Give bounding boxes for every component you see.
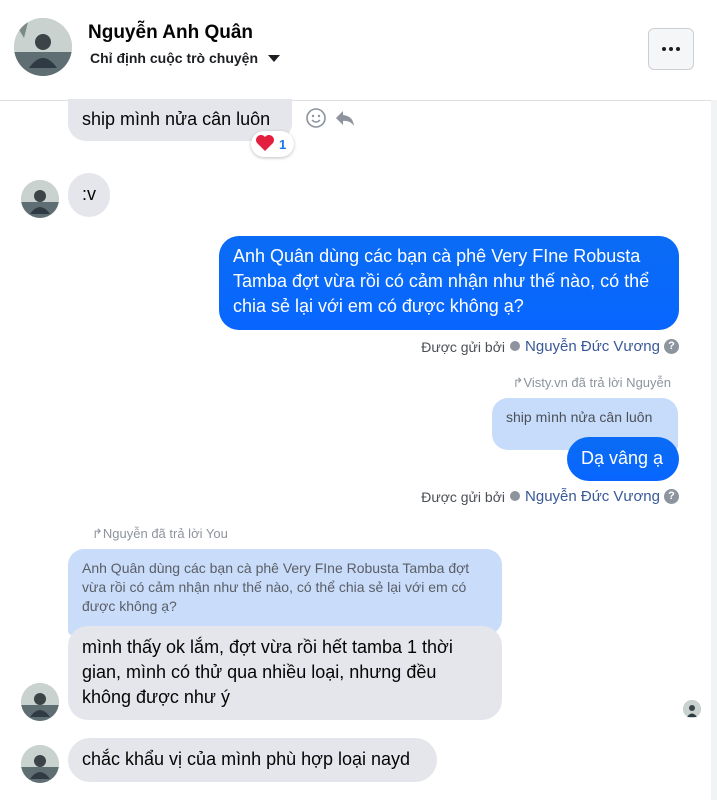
info-icon [509,489,521,505]
help-icon[interactable]: ? [664,339,679,354]
message-text: Dạ vâng ạ [581,448,664,468]
message-bubble-incoming[interactable]: :v [68,173,110,217]
message-text: Anh Quân dùng các bạn cà phê Very FIne R… [233,246,650,316]
contact-avatar[interactable] [14,18,72,76]
sent-by-info: Được gửi bởi Nguyễn Đức Vương ? [421,488,679,505]
conversation-header: Nguyễn Anh Quân Chỉ định cuộc trò chuyện [0,0,717,101]
message-bubble-incoming[interactable]: mình thấy ok lắm, đợt vừa rồi hết tamba … [68,626,502,720]
sender-link[interactable]: Nguyễn Đức Vương [525,338,660,355]
quoted-text: Anh Quân dùng các bạn cà phê Very FIne R… [82,560,470,614]
scrollbar[interactable] [711,100,717,800]
reaction-count: 1 [279,136,287,152]
assign-conversation-dropdown[interactable]: Chỉ định cuộc trò chuyện [90,50,281,66]
reply-arrow-icon: ↱ [512,375,524,390]
quoted-text: ship mình nửa cân luôn [506,409,653,425]
message-text: mình thấy ok lắm, đợt vừa rồi hết tamba … [82,637,453,707]
more-options-button[interactable] [648,28,694,70]
info-icon [509,339,521,355]
help-icon[interactable]: ? [664,489,679,504]
caret-down-icon [268,54,281,62]
more-dots-icon [662,47,666,51]
reply-icon[interactable] [334,107,356,129]
sender-avatar[interactable] [21,180,59,218]
message-text: :v [82,184,97,204]
heart-reaction-icon [255,134,275,155]
quoted-message[interactable]: Anh Quân dùng các bạn cà phê Very FIne R… [68,549,502,635]
message-bubble-outgoing[interactable]: Dạ vâng ạ [567,437,679,481]
contact-name[interactable]: Nguyễn Anh Quân [88,22,253,44]
reply-label: ↱Visty.vn đã trả lời Nguyễn [512,375,671,390]
sent-by-info: Được gửi bởi Nguyễn Đức Vương ? [421,338,679,355]
sender-link[interactable]: Nguyễn Đức Vương [525,488,660,505]
reply-arrow-icon: ↱ [92,526,103,541]
emoji-react-icon[interactable] [305,107,327,129]
sent-by-label: Được gửi bởi [421,338,506,355]
message-text: chắc khẩu vị của mình phù hợp loại nayd [82,749,411,769]
message-text: ship mình nửa cân luôn [82,109,271,129]
sent-by-label: Được gửi bởi [421,488,506,505]
message-bubble-incoming[interactable]: chắc khẩu vị của mình phù hợp loại nayd [68,738,437,782]
reaction-badge[interactable]: 1 [251,131,295,157]
sender-avatar[interactable] [21,683,59,721]
seen-avatar [683,700,701,718]
assign-conversation-label: Chỉ định cuộc trò chuyện [90,50,259,66]
message-bubble-outgoing[interactable]: Anh Quân dùng các bạn cà phê Very FIne R… [219,236,679,330]
sender-avatar[interactable] [21,745,59,783]
reply-label: ↱Nguyễn đã trả lời You [92,526,228,541]
